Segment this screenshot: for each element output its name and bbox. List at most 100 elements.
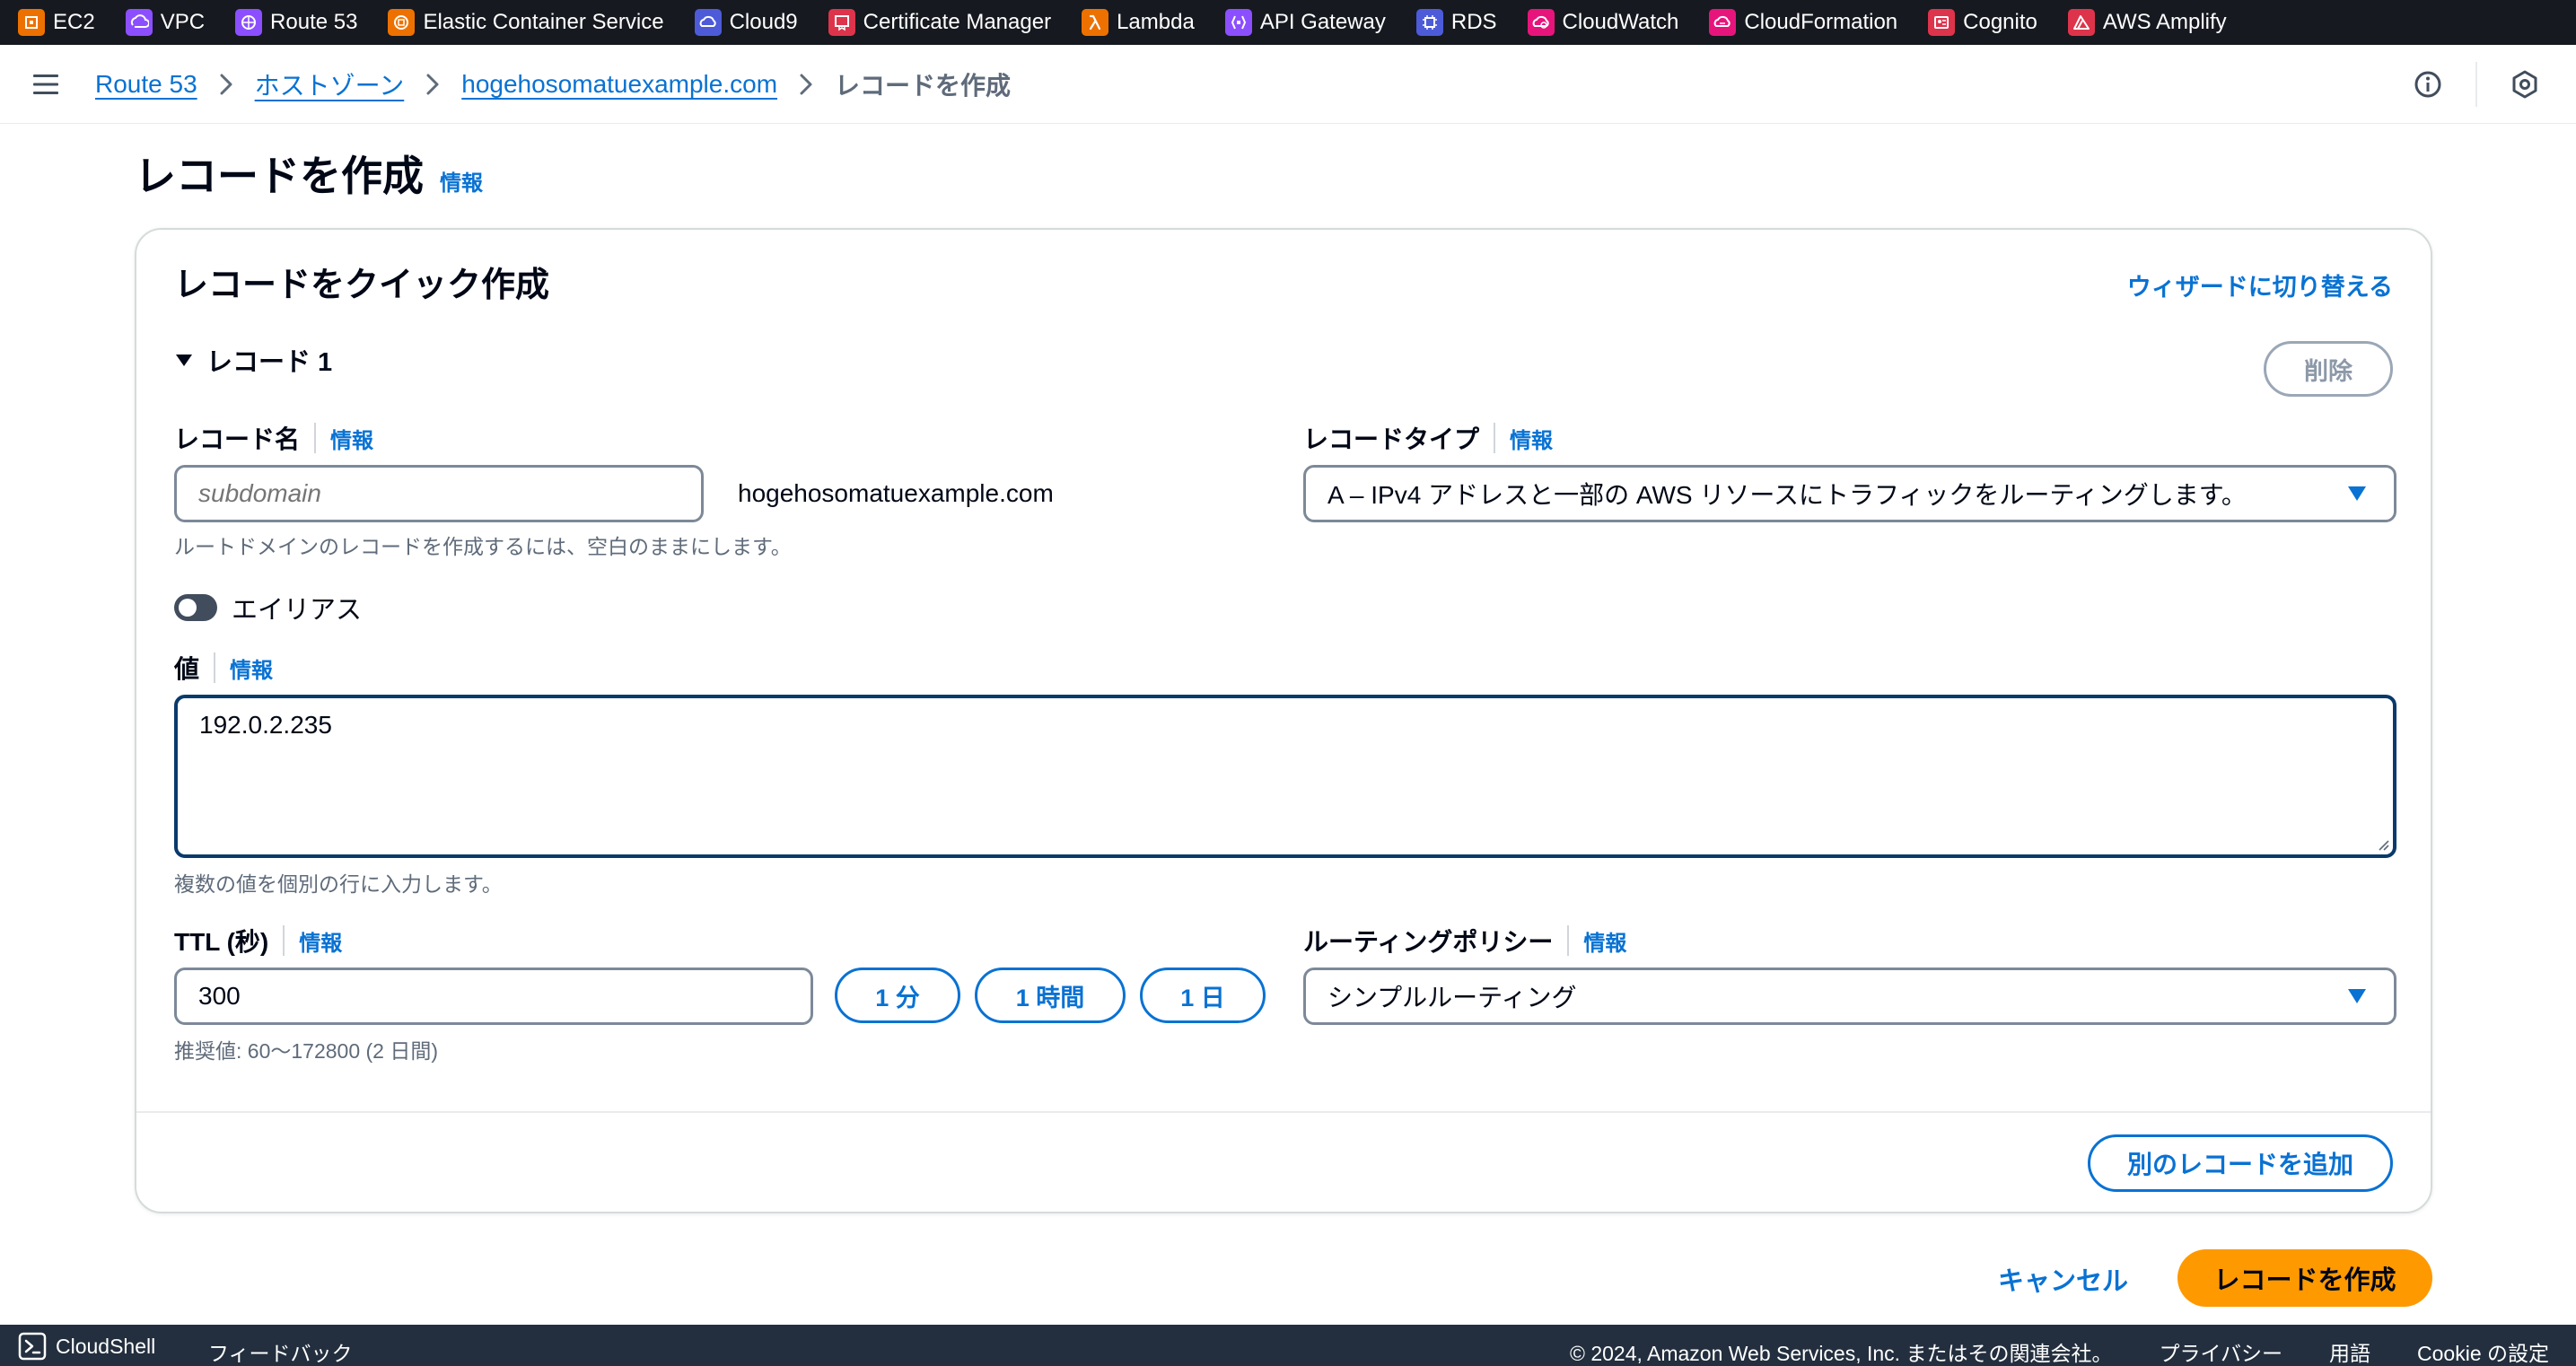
value-info-link[interactable]: 情報	[230, 652, 273, 684]
service-shortcut-amplify[interactable]: AWS Amplify	[2067, 9, 2227, 36]
add-another-record-button[interactable]: 別のレコードを追加	[2088, 1134, 2393, 1192]
caret-down-icon	[2348, 989, 2366, 1003]
toggle-switch[interactable]	[174, 594, 217, 621]
value-label: 値	[174, 655, 200, 683]
service-shortcut-label: Lambda	[1117, 10, 1195, 34]
service-shortcut-lambda[interactable]: Lambda	[1082, 9, 1195, 36]
routing-policy-label: ルーティングポリシー	[1303, 928, 1554, 956]
ttl-1-minute-button[interactable]: 1 分	[835, 968, 960, 1023]
info-icon[interactable]	[2413, 69, 2443, 100]
record-name-input[interactable]	[174, 465, 704, 522]
page-info-link[interactable]: 情報	[440, 165, 483, 197]
cookie-preferences-link[interactable]: Cookie の設定	[2417, 1336, 2549, 1366]
service-shortcut-apigateway[interactable]: API Gateway	[1224, 9, 1386, 36]
record-type-info-link[interactable]: 情報	[1510, 423, 1553, 454]
service-shortcut-ecs[interactable]: Elastic Container Service	[388, 9, 664, 36]
hamburger-menu-icon[interactable]	[31, 69, 61, 100]
record-name-hint: ルートドメインのレコードを作成するには、空白のままにします。	[174, 535, 792, 558]
ttl-1-day-button[interactable]: 1 日	[1140, 968, 1266, 1023]
label-divider	[283, 925, 285, 956]
resize-handle-icon[interactable]	[2375, 836, 2389, 851]
record-type-select[interactable]: A – IPv4 アドレスと一部の AWS リソースにトラフィックをルーティング…	[1303, 465, 2396, 522]
create-records-button[interactable]: レコードを作成	[2177, 1249, 2432, 1307]
ec2-icon	[18, 9, 45, 36]
record-1-expander[interactable]: レコード 1	[174, 341, 332, 379]
service-shortcut-label: Cloud9	[729, 10, 798, 34]
cognito-icon	[1928, 9, 1956, 36]
label-divider	[1494, 423, 1496, 453]
record-name-info-link[interactable]: 情報	[330, 423, 373, 454]
label-divider	[1567, 925, 1570, 956]
record-name-label-row: レコード名 情報	[174, 420, 373, 456]
breadcrumb-route53[interactable]: Route 53	[95, 70, 197, 99]
service-shortcut-label: Certificate Manager	[863, 10, 1052, 34]
service-shortcut-label: Cognito	[1963, 10, 2037, 34]
service-shortcut-label: API Gateway	[1259, 10, 1386, 34]
ttl-1-hour-button[interactable]: 1 時間	[975, 968, 1126, 1023]
value-text: 192.0.2.235	[199, 711, 332, 739]
console-footer: CloudShell フィードバック © 2024, Amazon Web Se…	[0, 1325, 2576, 1366]
toggle-knob	[179, 599, 197, 617]
ttl-info-link[interactable]: 情報	[299, 925, 342, 957]
routing-policy-info-link[interactable]: 情報	[1583, 925, 1626, 957]
container-title: レコードをクイック作成	[174, 267, 550, 304]
header-divider	[2475, 62, 2477, 107]
ttl-input[interactable]	[174, 968, 813, 1025]
cloudshell-button[interactable]: CloudShell	[18, 1332, 155, 1361]
service-shortcut-label: Elastic Container Service	[423, 10, 664, 34]
routing-policy-value: シンプルルーティング	[1327, 984, 1577, 1011]
copyright-text: © 2024, Amazon Web Services, Inc. またはその関…	[1569, 1342, 2113, 1365]
quick-create-container: レコードをクイック作成 ウィザードに切り替える レコード 1 削除 レコード名 …	[135, 228, 2432, 1213]
service-shortcut-cloud9[interactable]: Cloud9	[694, 9, 798, 36]
breadcrumb-hosted-zones[interactable]: ホストゾーン	[255, 66, 405, 102]
caret-down-icon	[2348, 486, 2366, 501]
routing-policy-select[interactable]: シンプルルーティング	[1303, 968, 2396, 1025]
cloudshell-label: CloudShell	[56, 1334, 156, 1358]
terms-link[interactable]: 用語	[2329, 1336, 2370, 1366]
record-name-label: レコード名	[174, 425, 301, 453]
apigateway-icon	[1224, 9, 1252, 36]
chevron-right-icon	[424, 73, 442, 96]
acm-icon	[828, 9, 855, 36]
breadcrumb-hosted-zone[interactable]: hogehosomatuexample.com	[461, 70, 777, 99]
label-divider	[314, 423, 317, 453]
switch-to-wizard-link[interactable]: ウィザードに切り替える	[2127, 267, 2393, 302]
service-shortcut-route53[interactable]: Route 53	[235, 9, 357, 36]
value-textarea[interactable]: 192.0.2.235	[174, 695, 2396, 858]
label-divider	[214, 652, 216, 683]
chevron-right-icon	[797, 73, 815, 96]
service-shortcut-label: AWS Amplify	[2102, 10, 2227, 34]
service-shortcut-rds[interactable]: RDS	[1415, 9, 1497, 36]
service-shortcut-cloudwatch[interactable]: CloudWatch	[1527, 9, 1678, 36]
service-shortcut-cognito[interactable]: Cognito	[1928, 9, 2037, 36]
service-shortcut-cloudformation[interactable]: CloudFormation	[1709, 9, 1897, 36]
routing-policy-label-row: ルーティングポリシー 情報	[1303, 923, 1626, 959]
vpc-icon	[125, 9, 153, 36]
footer-links: © 2024, Amazon Web Services, Inc. またはその関…	[1570, 1336, 2549, 1366]
cancel-button[interactable]: キャンセル	[1998, 1260, 2128, 1298]
service-shortcut-vpc[interactable]: VPC	[125, 9, 205, 36]
record-type-value: A – IPv4 アドレスと一部の AWS リソースにトラフィックをルーティング…	[1327, 481, 2247, 509]
container-footer-divider	[136, 1111, 2431, 1113]
service-favorites-bar: EC2 VPC Route 53 Elastic Container Service C…	[0, 0, 2576, 45]
service-shortcut-label: CloudFormation	[1744, 10, 1898, 34]
header-tools	[2413, 45, 2540, 124]
console-header: Route 53 ホストゾーン hogehosomatuexample.com …	[0, 45, 2576, 124]
delete-record-button[interactable]: 削除	[2264, 341, 2393, 397]
service-shortcut-ec2[interactable]: EC2	[18, 9, 95, 36]
service-shortcut-label: EC2	[53, 10, 95, 34]
feedback-link[interactable]: フィードバック	[208, 1336, 353, 1366]
service-shortcut-acm[interactable]: Certificate Manager	[828, 9, 1051, 36]
alias-label: エイリアス	[232, 596, 363, 625]
caret-down-icon	[176, 355, 192, 366]
privacy-link[interactable]: プライバシー	[2159, 1336, 2282, 1366]
ttl-label-row: TTL (秒) 情報	[174, 923, 342, 959]
cloudformation-icon	[1709, 9, 1737, 36]
alias-toggle[interactable]: エイリアス	[174, 589, 362, 626]
notifications-icon[interactable]	[2510, 69, 2540, 100]
ecs-icon	[388, 9, 416, 36]
service-shortcut-label: RDS	[1450, 10, 1497, 34]
rds-icon	[1415, 9, 1443, 36]
record-type-label: レコードタイプ	[1303, 425, 1480, 453]
record-type-label-row: レコードタイプ 情報	[1303, 420, 1553, 456]
